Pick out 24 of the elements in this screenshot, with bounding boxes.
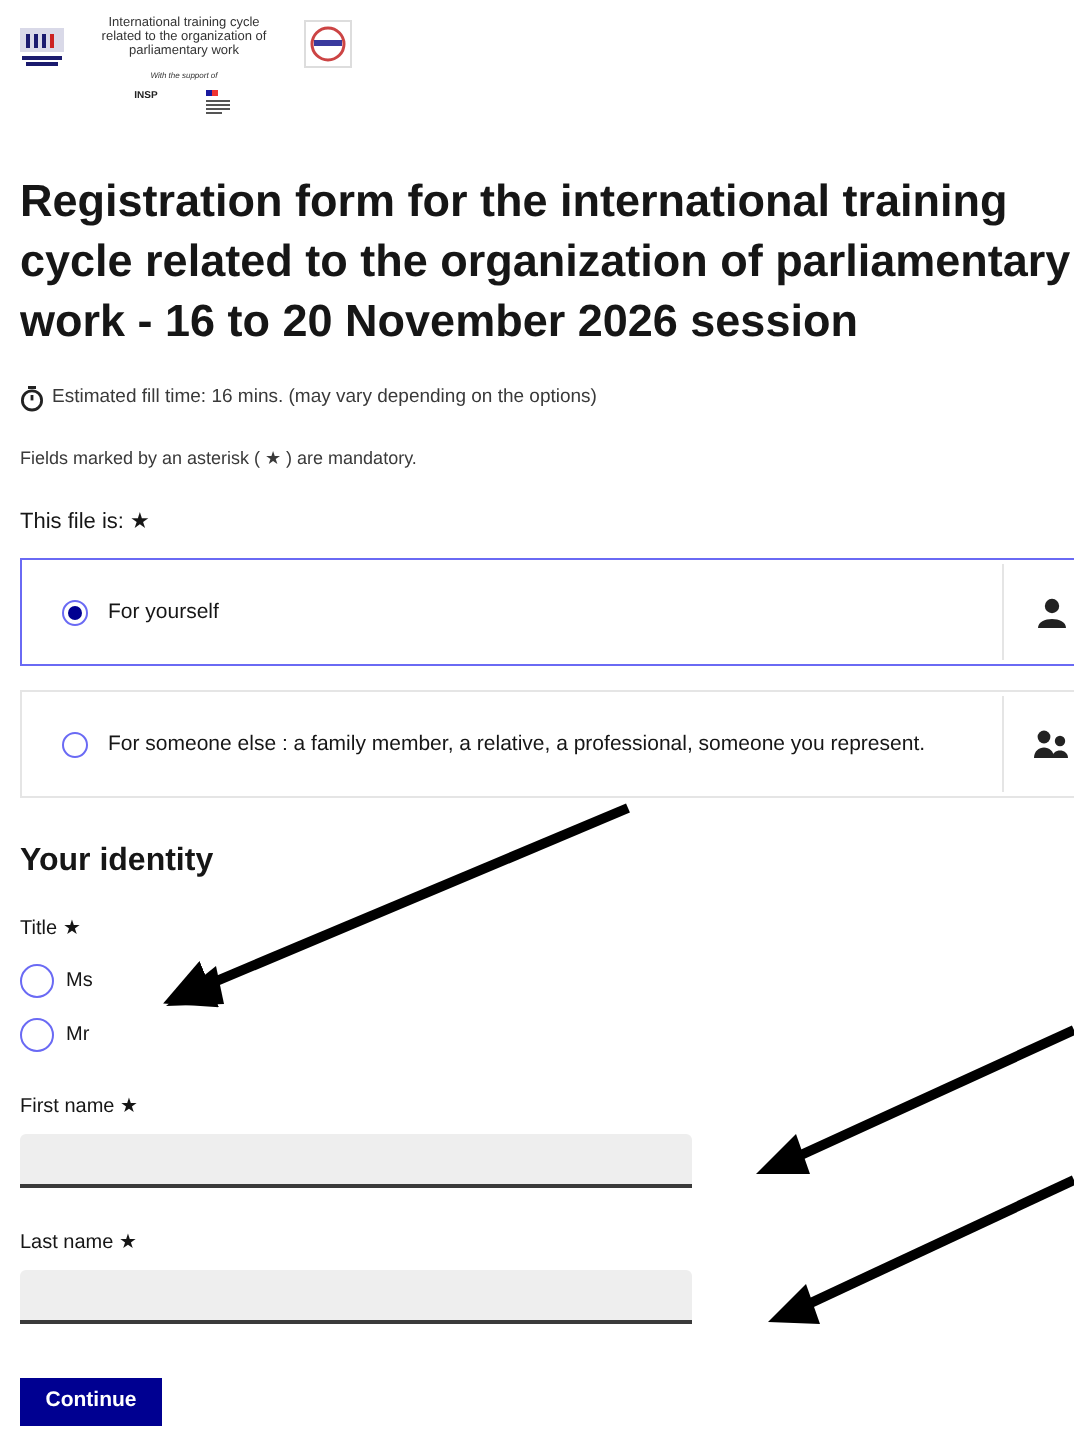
continue-button[interactable]: Continue (20, 1378, 162, 1427)
fill-time-text: Estimated fill time: 16 mins. (may vary depending on the options) (52, 384, 597, 412)
mandatory-note: Fields marked by an asterisk ( ★ ) are mandatory. (20, 446, 419, 473)
field-label: This file is: ★ (20, 507, 153, 538)
person-icon (1037, 597, 1065, 628)
radio-button[interactable] (20, 1018, 54, 1053)
input-field[interactable] (20, 1270, 692, 1325)
option-card[interactable]: For someone else : a family member, a relative, a professional, someone you represent. (20, 690, 1074, 799)
page-title: Registration form for the international training cycle related to the organization of parliamentary work - 16 to 20 November 2026 session (20, 174, 1073, 350)
stopwatch-icon (20, 385, 44, 412)
option-card[interactable]: For yourself (20, 558, 1074, 667)
radio-label: Mr (66, 1022, 90, 1051)
field-label: First name ★ (20, 1094, 141, 1123)
field-label: Title ★ (20, 916, 83, 945)
people-icon (1034, 730, 1068, 759)
radio-button[interactable] (20, 964, 54, 999)
radio-button[interactable] (62, 731, 88, 758)
radio-label: Ms (66, 968, 93, 997)
input-field[interactable] (20, 1134, 692, 1189)
option-label: For someone else : a family member, a relative, a professional, someone you represent. (108, 729, 928, 760)
section-heading: Your identity (20, 842, 216, 883)
field-label: Last name ★ (20, 1230, 139, 1259)
option-label: For yourself (108, 597, 221, 628)
radio-button[interactable] (62, 599, 88, 626)
